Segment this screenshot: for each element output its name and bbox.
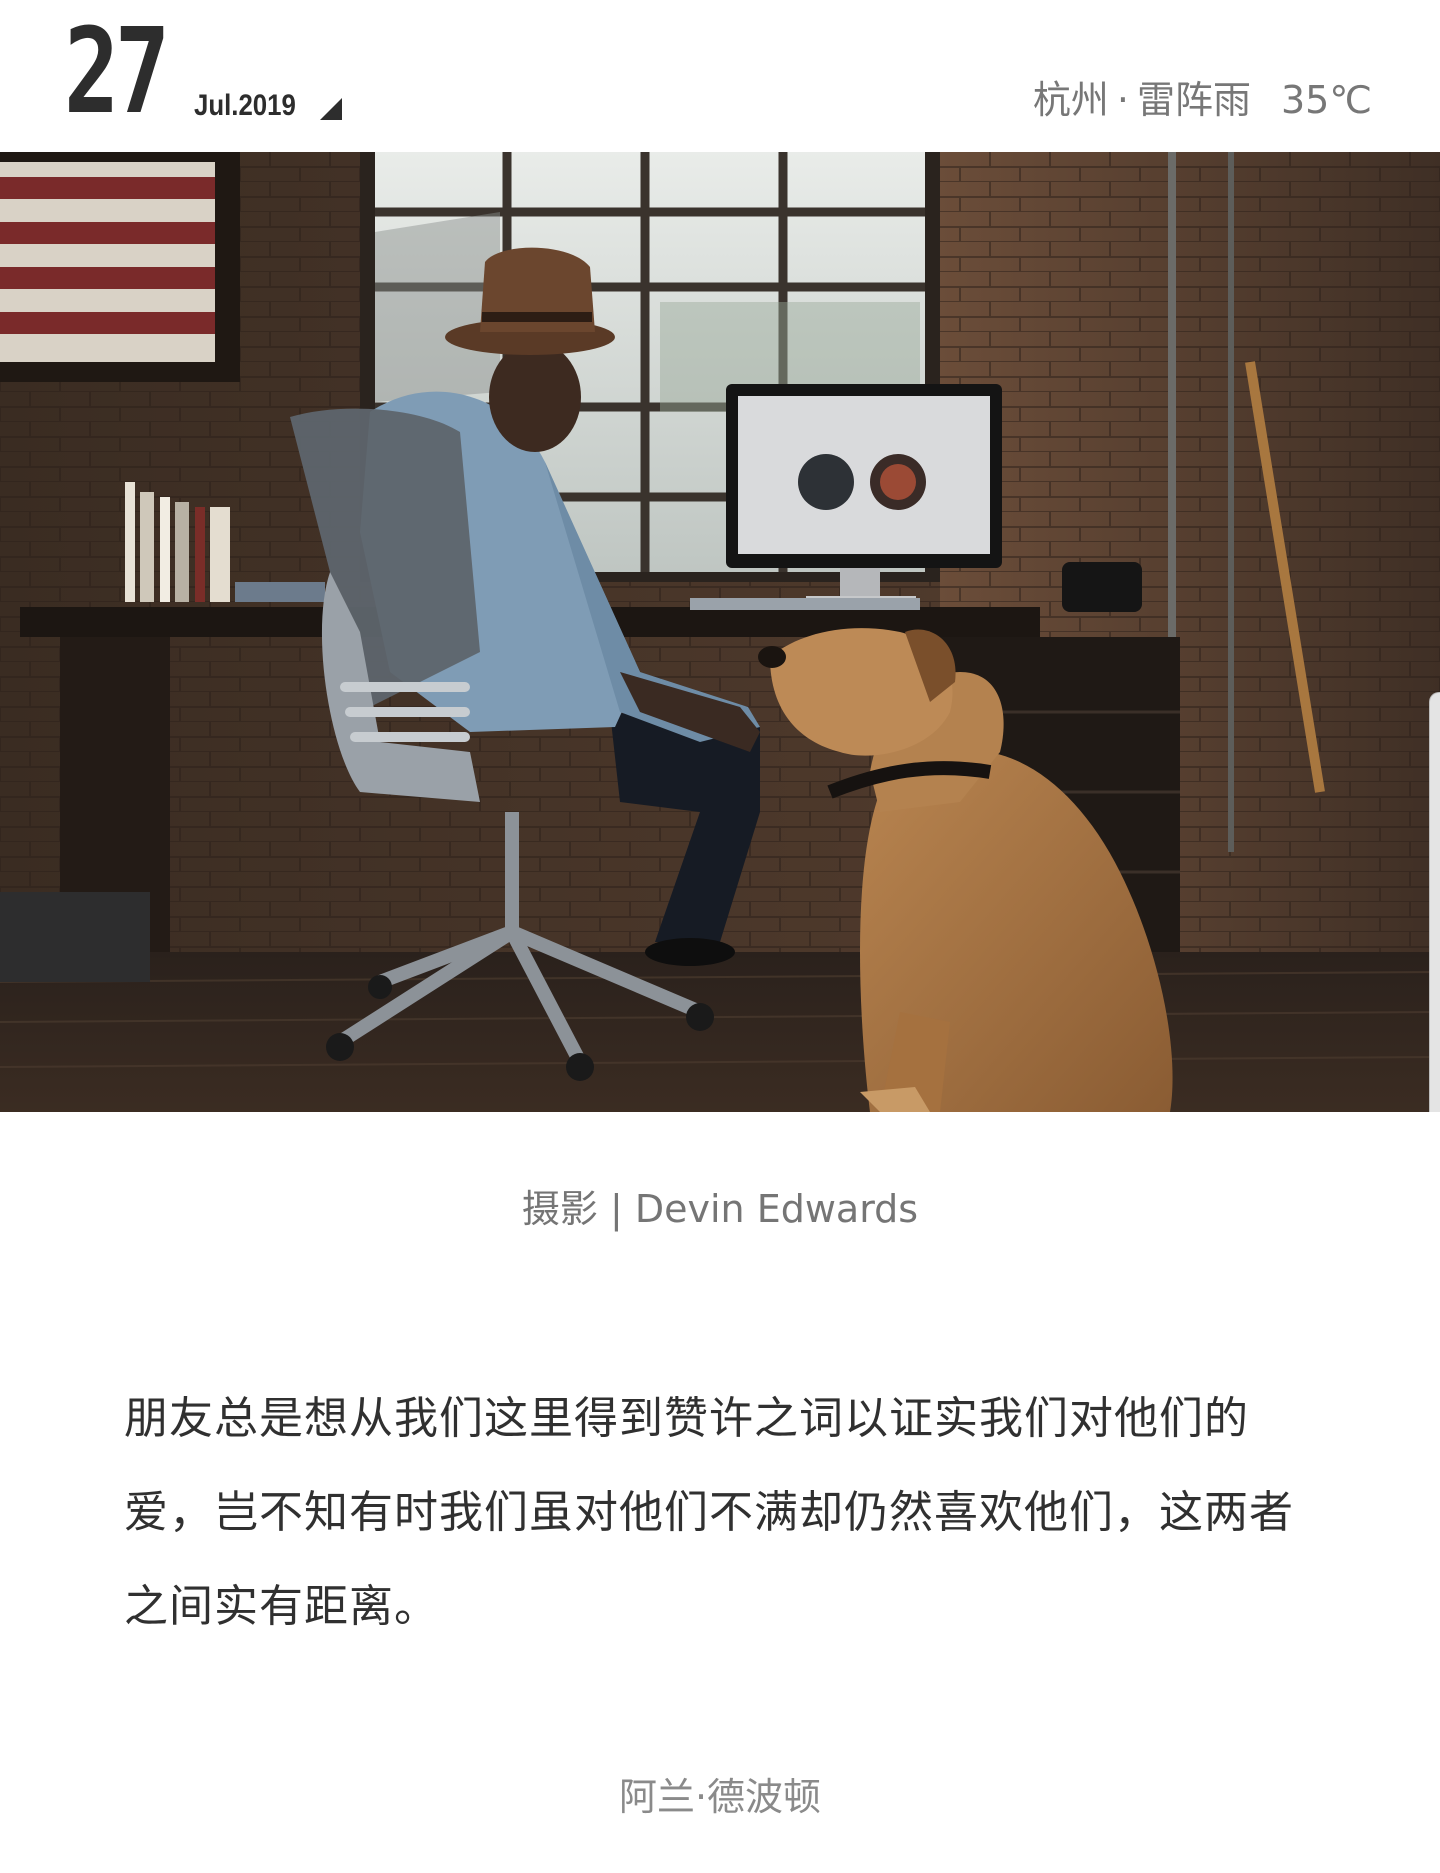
quote-text: 朋友总是想从我们这里得到赞许之词以证实我们对他们的爱，岂不知有时我们虽对他们不满… (124, 1393, 1294, 1632)
date-header: 27 Jul.2019 杭州 · 雷阵雨 35℃ (0, 0, 1440, 152)
hero-photo (0, 152, 1440, 1112)
quote-author: 阿兰·德波顿 (618, 1775, 822, 1819)
weather-info: 杭州 · 雷阵雨 35℃ (1033, 76, 1372, 124)
triangle-corner-icon[interactable] (320, 98, 342, 120)
weather-city: 杭州 (1032, 78, 1109, 122)
flag (0, 152, 240, 382)
side-scroll-handle[interactable] (1429, 692, 1440, 1112)
day-number: 27 (64, 2, 170, 140)
weather-temperature: 35℃ (1280, 78, 1372, 122)
month-year: Jul.2019 (194, 89, 296, 122)
weather-condition: 雷阵雨 (1136, 78, 1251, 122)
photo-illustration (0, 152, 1440, 1112)
photo-caption: 摄影 | Devin Edwards (521, 1187, 919, 1231)
weather-separator: · (1116, 78, 1129, 122)
